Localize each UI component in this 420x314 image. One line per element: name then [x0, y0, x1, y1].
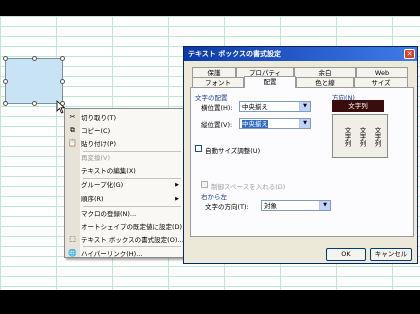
menu-separator: [83, 246, 181, 247]
submenu-arrow-icon: ▶: [175, 196, 179, 202]
menu-item[interactable]: 順序(R): [81, 193, 104, 205]
spacing-checkbox[interactable]: [201, 181, 208, 188]
autosize-checkbox[interactable]: [195, 145, 202, 152]
menu-item[interactable]: コピー(C): [81, 125, 110, 137]
chevron-down-icon[interactable]: ▼: [319, 201, 330, 210]
autosize-label: 自動サイズ調整(U): [205, 147, 261, 155]
close-button[interactable]: ✕: [404, 49, 415, 59]
menu-item-label: 切り取り(T): [81, 114, 117, 122]
tab-size[interactable]: サイズ: [354, 77, 408, 87]
menu-item-label: オートシェイプの既定値に設定(D): [81, 223, 183, 231]
menu-item[interactable]: オートシェイプの既定値に設定(D): [81, 221, 182, 233]
format-textbox-dialog: テキスト ボックスの書式設定 ✕ 保護 プロパティ 余白 Web フォント 配置…: [183, 46, 418, 264]
menu-separator: [83, 178, 181, 179]
alignment-panel: 文字の配置 横位置(H): 中央揃え ▼ 縦位置(V): 中央揃え ▼ 方向(N…: [190, 87, 414, 237]
orientation-stacked-option[interactable]: 文字列: [357, 119, 367, 155]
resize-handle[interactable]: [60, 56, 65, 61]
text-box-shape[interactable]: [5, 58, 63, 104]
hyperlink-icon: 🌐: [68, 249, 77, 257]
text-direction-label: 文字の方向(T):: [205, 203, 249, 211]
menu-separator: [83, 206, 181, 207]
resize-handle[interactable]: [3, 56, 8, 61]
submenu-arrow-icon: ▶: [175, 182, 179, 188]
tab-protection[interactable]: 保護: [192, 67, 236, 77]
menu-item[interactable]: ハイパーリンク(H)...: [81, 248, 142, 260]
menu-item[interactable]: テキスト ボックスの書式設定(O)...: [81, 234, 184, 246]
menu-item-label: 貼り付け(P): [81, 140, 116, 148]
menu-item[interactable]: 再変換(V): [81, 152, 110, 164]
menu-item-label: 順序(R): [81, 195, 104, 203]
scissors-icon: ✂: [69, 113, 76, 121]
menu-item-label: マクロの登録(N)...: [81, 210, 137, 218]
tab-web[interactable]: Web: [356, 67, 408, 77]
tab-alignment[interactable]: 配置: [244, 76, 296, 88]
format-textbox-icon: ⬚: [69, 235, 76, 243]
menu-item-label: テキストの編集(X): [81, 167, 136, 175]
orientation-box: 文字列 文字列 文字列: [332, 114, 388, 158]
resize-handle[interactable]: [32, 56, 37, 61]
resize-handle[interactable]: [3, 79, 8, 84]
menu-item[interactable]: テキストの編集(X): [81, 165, 136, 177]
tab-margins[interactable]: 余白: [294, 67, 356, 77]
dialog-title: テキスト ボックスの書式設定: [184, 47, 417, 61]
chevron-down-icon[interactable]: ▼: [299, 102, 310, 111]
vertical-value: 中央揃え: [242, 120, 268, 128]
horizontal-value: 中央揃え: [242, 103, 268, 111]
context-menu: 切り取り(T) ✂ コピー(C) ⧉ 貼り付け(P) 📋 再変換(V) テキストの編集(X) グ…: [64, 108, 184, 258]
ok-button[interactable]: OK: [326, 248, 366, 261]
vertical-select[interactable]: 中央揃え ▼: [239, 118, 311, 129]
tab-font[interactable]: フォント: [192, 77, 244, 87]
resize-handle[interactable]: [32, 101, 37, 106]
chevron-down-icon[interactable]: ▼: [299, 119, 310, 128]
tab-colors-lines[interactable]: 色と線: [296, 77, 354, 87]
vertical-label: 縦位置(V):: [201, 121, 233, 129]
menu-item[interactable]: 貼り付け(P): [81, 138, 116, 150]
menu-item-label: コピー(C): [81, 127, 111, 135]
menu-item-label: 再変換(V): [81, 154, 111, 162]
paste-icon: 📋: [68, 139, 77, 147]
orientation-horizontal-option[interactable]: 文字列: [332, 100, 384, 112]
cancel-button[interactable]: キャンセル: [370, 248, 412, 261]
text-direction-value: 対象: [264, 202, 277, 210]
rtl-group-label: 右から左: [201, 193, 227, 201]
text-alignment-group-label: 文字の配置: [195, 94, 228, 102]
menu-item-label: ハイパーリンク(H)...: [81, 250, 143, 258]
menu-item[interactable]: マクロの登録(N)...: [81, 208, 136, 220]
horizontal-select[interactable]: 中央揃え ▼: [239, 101, 311, 112]
orientation-rotated-option[interactable]: 文字列: [342, 119, 352, 155]
menu-item[interactable]: 切り取り(T): [81, 112, 116, 124]
horizontal-label: 横位置(H):: [201, 104, 233, 112]
text-direction-select[interactable]: 対象 ▼: [261, 200, 331, 211]
spacing-label: 制御スペースを入れる(D): [211, 183, 286, 191]
menu-item[interactable]: グループ化(G): [81, 179, 123, 191]
copy-icon: ⧉: [70, 126, 75, 134]
resize-handle[interactable]: [3, 101, 8, 106]
menu-item-label: テキスト ボックスの書式設定(O)...: [81, 236, 184, 244]
resize-handle[interactable]: [60, 79, 65, 84]
menu-item-label: グループ化(G): [81, 181, 124, 189]
menu-separator: [83, 151, 181, 152]
orientation-vertical-option[interactable]: 文字列: [372, 119, 382, 155]
